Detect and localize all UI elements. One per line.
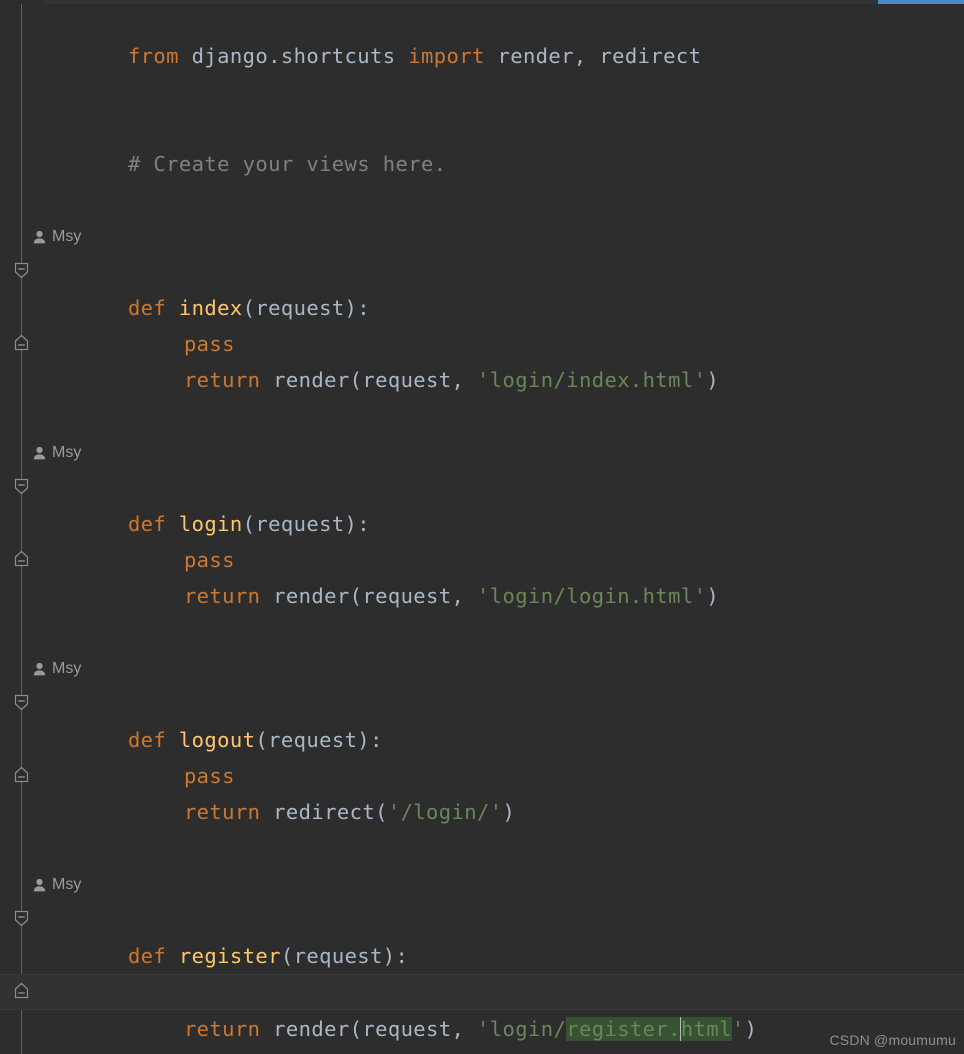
paren-open: ( xyxy=(349,1017,363,1041)
fold-marker-end-index[interactable] xyxy=(13,334,30,351)
code-line-return-index[interactable]: return render(request, 'login/index.html… xyxy=(0,326,964,392)
call-render: render xyxy=(260,1017,350,1041)
code-line-pass-register[interactable]: pass xyxy=(0,938,964,1004)
watermark: CSDN @moumumu xyxy=(829,1032,956,1048)
selected-text-before-caret[interactable]: register. xyxy=(566,1017,681,1041)
code-editor[interactable]: from django.shortcuts import render, red… xyxy=(0,0,964,1054)
fold-marker-end-login[interactable] xyxy=(13,550,30,567)
call-redirect: redirect xyxy=(260,800,376,824)
code-line-import[interactable]: from django.shortcuts import render, red… xyxy=(0,2,964,68)
code-line-pass-index[interactable]: pass xyxy=(0,290,964,356)
fold-marker-collapse-login[interactable] xyxy=(13,478,30,495)
vcs-author-name: Msy xyxy=(52,444,82,461)
person-icon xyxy=(33,878,46,892)
keyword-return: return xyxy=(183,800,261,824)
code-line-def-register[interactable]: def register(request): xyxy=(0,902,964,968)
string-template-path-index: 'login/index.html' xyxy=(477,368,707,392)
call-arg-request: request, xyxy=(362,1017,478,1041)
vcs-annotation-logout[interactable]: Msy xyxy=(33,655,81,683)
vcs-author-name: Msy xyxy=(52,228,82,245)
string-redirect-path: '/login/' xyxy=(387,800,503,824)
code-area[interactable]: from django.shortcuts import render, red… xyxy=(0,0,964,1054)
paren-open: ( xyxy=(349,368,363,392)
call-arg-request: request, xyxy=(362,368,478,392)
paren-open: ( xyxy=(349,584,363,608)
call-render: render xyxy=(260,584,350,608)
code-line-comment[interactable]: # Create your views here. xyxy=(0,110,964,176)
code-line-pass-login[interactable]: pass xyxy=(0,506,964,572)
paren-close: ) xyxy=(706,368,720,392)
string-quote-close: ' xyxy=(731,1017,745,1041)
person-icon xyxy=(33,446,46,460)
call-arg-request: request, xyxy=(362,584,478,608)
fold-marker-end-register[interactable] xyxy=(13,982,30,999)
selected-text-after-caret[interactable]: html xyxy=(680,1017,732,1041)
import-module: django.shortcuts xyxy=(178,44,409,68)
code-line-def-index[interactable]: def index(request): xyxy=(0,254,964,320)
paren-open: ( xyxy=(375,800,388,824)
paren-close: ) xyxy=(706,584,720,608)
vcs-author-name: Msy xyxy=(52,876,82,893)
fold-marker-collapse-register[interactable] xyxy=(13,910,30,927)
paren-close: ) xyxy=(502,800,516,824)
code-line-return-register-current[interactable]: return render(request, 'login/register.h… xyxy=(0,974,964,1041)
person-icon xyxy=(33,662,46,676)
string-template-path-login: 'login/login.html' xyxy=(477,584,707,608)
person-icon xyxy=(33,230,46,244)
string-path-prefix: login/ xyxy=(489,1017,567,1041)
call-render: render xyxy=(260,368,350,392)
fold-marker-collapse-index[interactable] xyxy=(13,262,30,279)
vcs-annotation-register[interactable]: Msy xyxy=(33,871,81,899)
paren-close: ) xyxy=(744,1017,758,1041)
code-line-return-logout[interactable]: return redirect('/login/') xyxy=(0,758,964,824)
keyword-return: return xyxy=(183,368,261,392)
import-names: render, redirect xyxy=(484,44,702,68)
code-line-pass-logout[interactable]: pass xyxy=(0,722,964,788)
keyword-import: import xyxy=(408,44,485,68)
code-line-def-logout[interactable]: def logout(request): xyxy=(0,686,964,752)
keyword-return: return xyxy=(183,584,261,608)
vcs-annotation-index[interactable]: Msy xyxy=(33,223,81,251)
keyword-from: from xyxy=(127,44,179,68)
fold-marker-collapse-logout[interactable] xyxy=(13,694,30,711)
fold-marker-end-logout[interactable] xyxy=(13,766,30,783)
string-quote-open: ' xyxy=(477,1017,490,1041)
comment-text: # Create your views here. xyxy=(127,152,447,176)
code-line-def-login[interactable]: def login(request): xyxy=(0,470,964,536)
vcs-author-name: Msy xyxy=(52,660,82,677)
vcs-annotation-login[interactable]: Msy xyxy=(33,439,81,467)
keyword-return: return xyxy=(183,1017,261,1041)
code-line-return-login[interactable]: return render(request, 'login/login.html… xyxy=(0,542,964,608)
